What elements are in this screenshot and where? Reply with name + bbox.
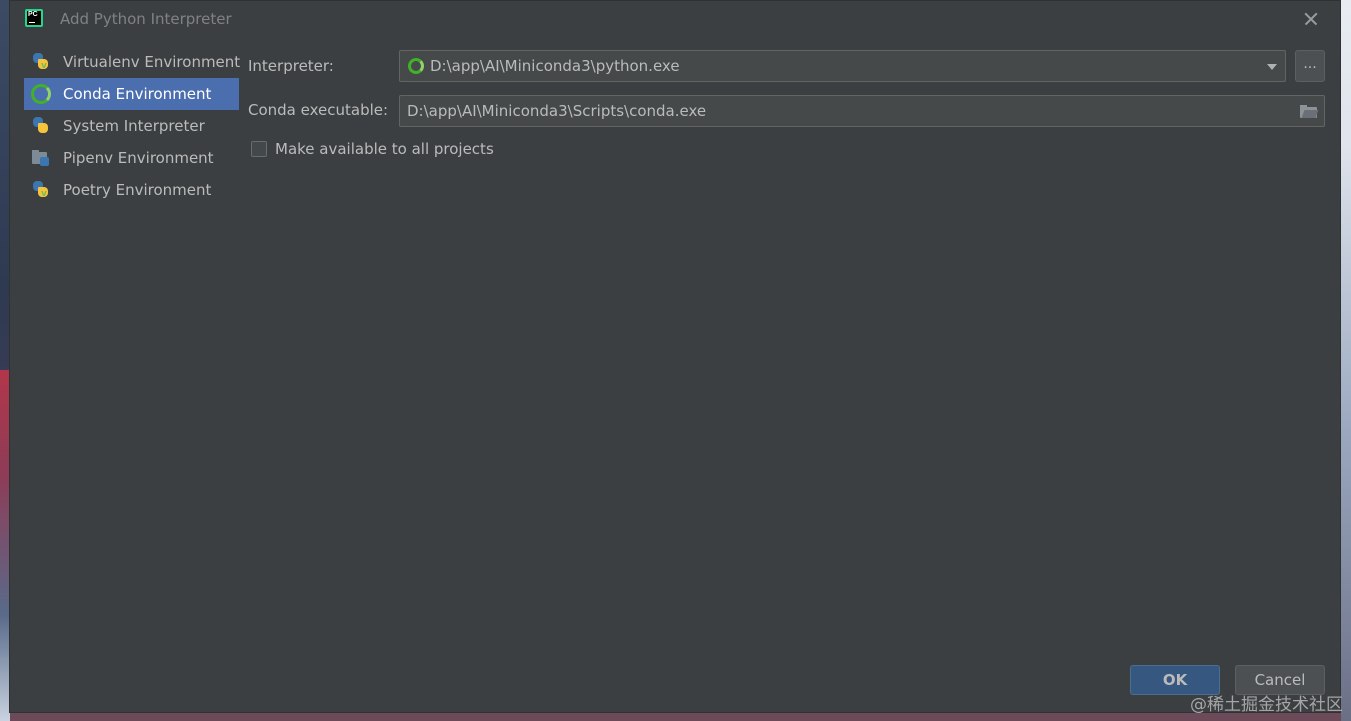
- sidebar-item-pipenv[interactable]: Pipenv Environment: [24, 142, 239, 174]
- wallpaper-right-edge: [1341, 0, 1351, 721]
- interpreter-dropdown[interactable]: D:\app\AI\Miniconda3\python.exe: [399, 50, 1286, 82]
- conda-icon: [31, 84, 51, 104]
- make-available-checkbox[interactable]: [251, 141, 267, 157]
- sidebar-item-label: Pipenv Environment: [63, 149, 214, 167]
- sidebar-item-poetry[interactable]: v Poetry Environment: [24, 174, 239, 206]
- make-available-checkbox-row[interactable]: Make available to all projects: [251, 139, 494, 159]
- environment-type-list: v Virtualenv Environment Conda Environme…: [24, 46, 241, 206]
- dialog-title: Add Python Interpreter: [60, 10, 232, 28]
- browse-interpreter-button[interactable]: ...: [1295, 50, 1325, 82]
- poetry-icon: v: [31, 180, 51, 200]
- interpreter-value: D:\app\AI\Miniconda3\python.exe: [430, 57, 680, 75]
- conda-executable-label: Conda executable:: [248, 101, 389, 119]
- conda-executable-value: D:\app\AI\Miniconda3\Scripts\conda.exe: [407, 102, 707, 120]
- python-virtualenv-icon: v: [31, 52, 51, 72]
- conda-icon: [408, 58, 424, 74]
- pycharm-logo-icon: PC: [25, 9, 43, 27]
- sidebar-item-label: Poetry Environment: [63, 181, 212, 199]
- pipenv-icon: [31, 148, 51, 168]
- interpreter-label: Interpreter:: [248, 57, 334, 75]
- sidebar-item-label: System Interpreter: [63, 117, 205, 135]
- chevron-down-icon[interactable]: [1267, 64, 1277, 70]
- sidebar-item-label: Conda Environment: [63, 85, 212, 103]
- conda-executable-field[interactable]: D:\app\AI\Miniconda3\Scripts\conda.exe: [399, 95, 1325, 127]
- add-python-interpreter-dialog: PC Add Python Interpreter v Virtualenv E…: [9, 0, 1341, 713]
- python-icon: [31, 116, 51, 136]
- title-bar: PC Add Python Interpreter: [10, 1, 1340, 37]
- sidebar-item-system[interactable]: System Interpreter: [24, 110, 239, 142]
- close-icon[interactable]: [1300, 8, 1322, 30]
- folder-browse-icon[interactable]: [1300, 104, 1319, 119]
- make-available-label: Make available to all projects: [275, 140, 494, 158]
- sidebar-item-label: Virtualenv Environment: [63, 53, 241, 71]
- watermark: @稀土掘金技术社区: [1190, 695, 1343, 715]
- sidebar-item-conda[interactable]: Conda Environment: [24, 78, 239, 110]
- sidebar-item-virtualenv[interactable]: v Virtualenv Environment: [24, 46, 241, 78]
